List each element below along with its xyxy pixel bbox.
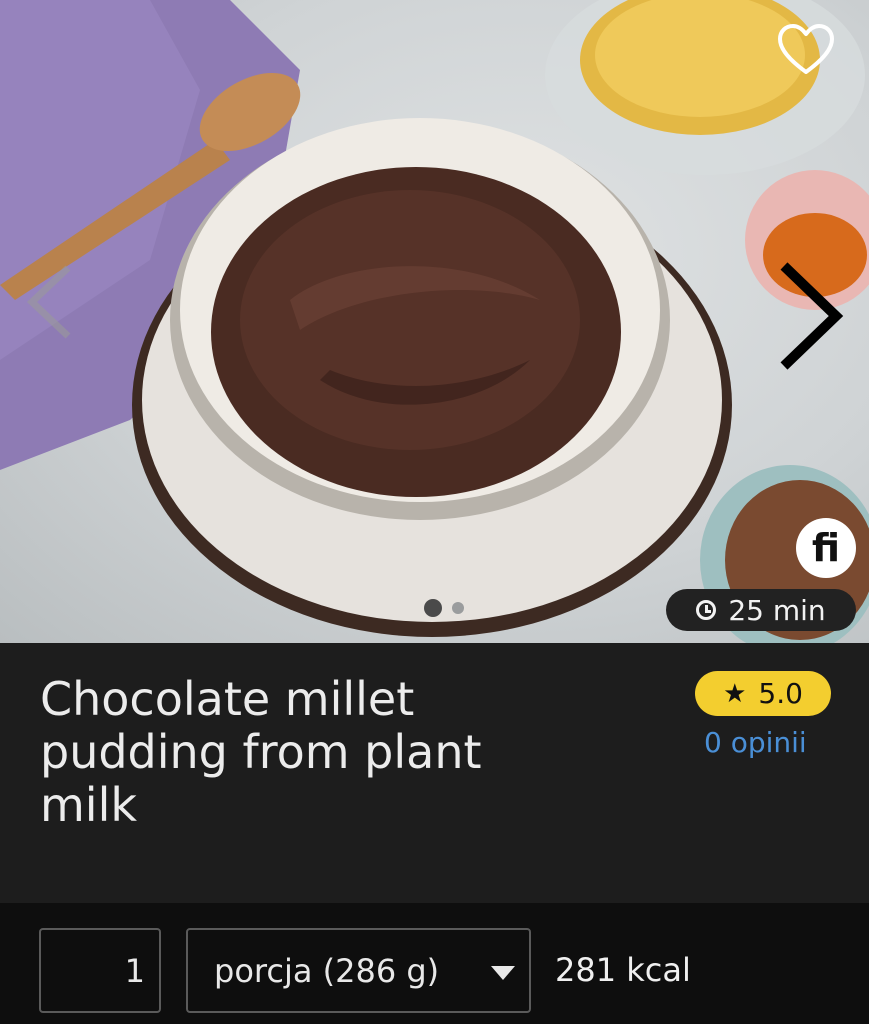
recipe-title: Chocolate millet pudding from plant milk (40, 672, 482, 832)
heart-outline-icon[interactable] (776, 22, 836, 78)
carousel-dot-active[interactable] (424, 599, 442, 617)
portion-unit-select[interactable]: porcja (286 g) (186, 928, 531, 1013)
chevron-right-icon[interactable] (772, 258, 852, 378)
portion-unit-value: porcja (286 g) (214, 951, 440, 990)
caret-down-icon (491, 966, 515, 980)
clock-icon (696, 600, 717, 620)
calories-label: 281 kcal (555, 951, 691, 989)
star-icon: ★ (723, 678, 747, 709)
quantity-value: 1 (124, 951, 145, 990)
carousel-indicator (424, 599, 464, 617)
chevron-left-icon[interactable] (24, 262, 74, 342)
recipe-photo (0, 0, 869, 643)
prep-time-label: 25 min (728, 593, 826, 627)
brand-logo-text: fi (811, 526, 841, 570)
brand-logo: fi (796, 518, 856, 578)
prep-time-badge: 25 min (666, 589, 856, 631)
reviews-link[interactable]: 0 opinii (704, 726, 807, 759)
rating-badge: ★ 5.0 (695, 671, 831, 716)
portion-bar: 1 porcja (286 g) 281 kcal (0, 903, 869, 1024)
recipe-header: Chocolate millet pudding from plant milk… (0, 643, 869, 903)
recipe-photo-carousel[interactable]: fi 25 min (0, 0, 869, 643)
carousel-dot[interactable] (452, 602, 464, 614)
rating-value: 5.0 (758, 677, 803, 710)
quantity-input[interactable]: 1 (39, 928, 161, 1013)
